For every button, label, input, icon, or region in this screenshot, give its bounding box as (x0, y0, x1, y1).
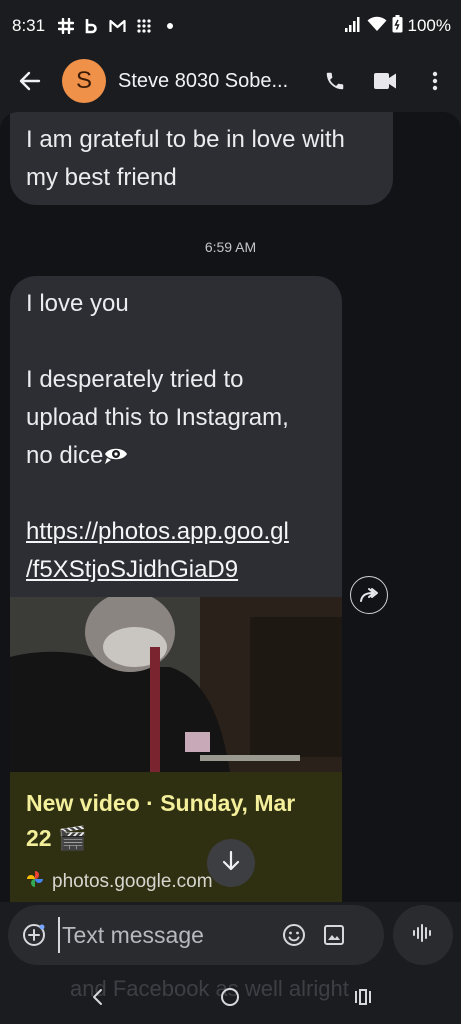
message-link[interactable]: /f5XStjoSJidhGiaD9 (26, 556, 238, 583)
header-actions (321, 67, 449, 95)
more-vert-icon[interactable] (421, 67, 449, 95)
system-nav-bar: and Facebook as well alright (0, 968, 461, 1024)
grid-icon (135, 18, 152, 35)
compose-bar (8, 905, 384, 965)
slack-icon (57, 18, 74, 35)
emoji-icon[interactable] (280, 921, 308, 949)
phone-icon[interactable] (321, 67, 349, 95)
link-preview-source: photos.google.com (26, 870, 213, 894)
message-text-line: I desperately tried to (26, 366, 244, 393)
add-icon[interactable] (20, 921, 48, 949)
message-text-line: upload this to Instagram, (26, 404, 289, 431)
nav-home-icon[interactable] (217, 984, 243, 1010)
message-text-line: no dice (26, 437, 326, 475)
video-thumbnail[interactable] (10, 597, 342, 772)
nav-recents-icon[interactable] (350, 984, 376, 1010)
message-text-line: I love you (26, 290, 129, 317)
voice-message-button[interactable] (393, 905, 453, 965)
avatar[interactable]: S (62, 59, 106, 103)
battery-icon (392, 14, 403, 38)
message-bubble-incoming[interactable]: I am grateful to be in love with my best… (10, 112, 393, 205)
forward-icon[interactable] (350, 576, 388, 614)
status-time: 8:31 (12, 16, 46, 35)
wifi-icon (367, 16, 387, 37)
google-photos-icon (26, 870, 44, 894)
link-preview-title: 22 🎬 (26, 825, 87, 851)
message-timestamp: 6:59 AM (204, 239, 257, 255)
notification-icons (57, 18, 178, 35)
message-input[interactable] (58, 917, 268, 953)
more-notifications-dot (161, 18, 178, 35)
message-list[interactable]: I am grateful to be in love with my best… (0, 112, 461, 902)
video-icon[interactable] (371, 67, 399, 95)
conversation-header: S Steve 8030 Sobe... (0, 52, 461, 110)
gmail-icon (109, 18, 126, 35)
link-preview-title: New video · Sunday, Mar (26, 790, 296, 816)
back-arrow-icon[interactable] (12, 63, 48, 99)
contact-name[interactable]: Steve 8030 Sobe... (118, 70, 298, 93)
link-preview-domain: photos.google.com (52, 871, 213, 892)
battery-percent: 100% (407, 16, 451, 35)
arrow-down-icon (222, 850, 240, 876)
nav-back-icon[interactable] (84, 984, 110, 1010)
signal-icon (344, 16, 362, 37)
message-text-line: my best friend (26, 164, 177, 191)
message-text-line: I am grateful to be in love with (26, 126, 345, 153)
background-peek-text: and Facebook as well alright (70, 976, 349, 1001)
link-preview-card[interactable]: New video · Sunday, Mar 22 🎬 photos.goog… (10, 772, 342, 902)
status-bar: 8:31 100% (0, 0, 461, 52)
system-status: 100% (344, 14, 451, 38)
scroll-to-bottom-button[interactable] (207, 839, 255, 887)
gallery-icon[interactable] (320, 921, 348, 949)
message-link[interactable]: https://photos.app.goo.gl (26, 518, 289, 545)
voice-icon (412, 923, 434, 948)
message-text-segment: no dice (26, 442, 104, 469)
message-bubble-incoming[interactable]: I love you I desperately tried to upload… (10, 276, 342, 606)
eye-speech-emoji-icon (103, 439, 129, 464)
b-icon (83, 18, 100, 35)
